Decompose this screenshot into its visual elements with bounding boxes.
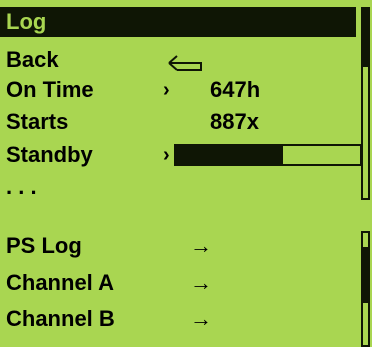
log-scrollbar[interactable] bbox=[361, 7, 370, 200]
log-title-row[interactable]: Log bbox=[0, 7, 356, 37]
return-arrow-icon bbox=[167, 51, 207, 71]
channels-panel: PS Log → Channel A → Channel B → bbox=[0, 225, 372, 347]
arrow-right-icon: → bbox=[190, 233, 212, 258]
standby-progress-fill bbox=[176, 146, 283, 164]
chevron-right-icon: › bbox=[163, 144, 170, 166]
menu-item-on-time[interactable]: On Time › 647h bbox=[6, 75, 356, 105]
menu-item-channel-a[interactable]: Channel A → bbox=[6, 268, 356, 298]
menu-item-channel-b[interactable]: Channel B → bbox=[6, 304, 356, 334]
menu-item-starts[interactable]: Starts 887x bbox=[6, 107, 356, 137]
standby-progress-bar bbox=[174, 144, 362, 166]
log-panel: Log Back On Time › 647h Starts 887x Stan… bbox=[0, 0, 372, 200]
arrow-right-icon: → bbox=[190, 306, 212, 331]
menu-item-ps-log[interactable]: PS Log → bbox=[6, 231, 356, 261]
menu-item-ps-log-label: PS Log bbox=[6, 233, 82, 258]
log-scrollbar-thumb[interactable] bbox=[363, 9, 368, 67]
menu-item-back[interactable]: Back bbox=[6, 45, 356, 75]
menu-item-standby-label: Standby bbox=[6, 142, 93, 167]
chevron-right-icon: › bbox=[163, 79, 170, 101]
channels-scrollbar[interactable] bbox=[361, 231, 370, 347]
menu-item-more[interactable]: . . . bbox=[6, 172, 356, 202]
menu-item-channel-b-label: Channel B bbox=[6, 306, 115, 331]
menu-item-back-label: Back bbox=[6, 47, 59, 72]
menu-item-more-label: . . . bbox=[6, 174, 37, 199]
log-title: Log bbox=[6, 9, 47, 34]
starts-value: 887x bbox=[210, 109, 259, 134]
channels-scrollbar-thumb[interactable] bbox=[363, 247, 368, 303]
menu-item-on-time-label: On Time bbox=[6, 77, 94, 102]
arrow-right-icon: → bbox=[190, 270, 212, 295]
menu-item-channel-a-label: Channel A bbox=[6, 270, 114, 295]
on-time-value: 647h bbox=[210, 77, 261, 102]
menu-item-standby[interactable]: Standby › bbox=[6, 140, 362, 170]
menu-item-starts-label: Starts bbox=[6, 109, 69, 134]
